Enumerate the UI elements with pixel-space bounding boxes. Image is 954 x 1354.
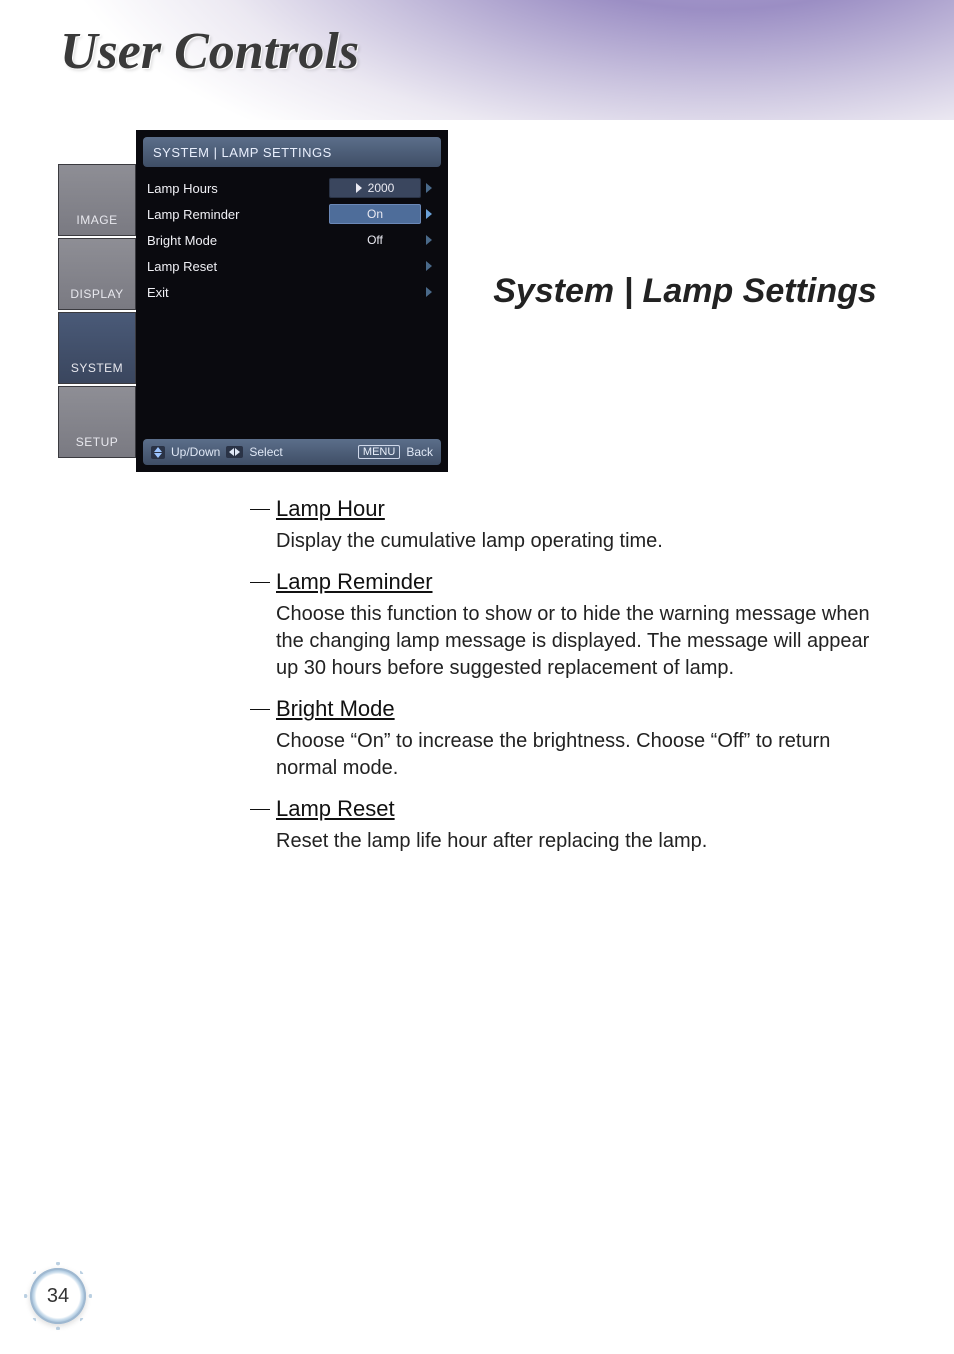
desc-lamp-hour: Lamp Hour Display the cumulative lamp op… <box>250 496 880 555</box>
osd-row-value: On <box>329 204 421 224</box>
osd-tab-image[interactable]: IMAGE <box>58 164 136 236</box>
play-marker-icon <box>356 183 362 193</box>
page-number-badge: 34 <box>30 1268 86 1324</box>
menu-chip: MENU <box>358 445 400 459</box>
osd-row-lamp-reset[interactable]: Lamp Reset <box>147 253 437 279</box>
osd-row-bright-mode[interactable]: Bright Mode Off <box>147 227 437 253</box>
osd-body: SYSTEM | LAMP SETTINGS Lamp Hours 2000 L… <box>136 130 448 472</box>
osd-panel: IMAGE DISPLAY SYSTEM SETUP SYSTEM | LAMP… <box>58 130 448 472</box>
osd-row-label: Lamp Reminder <box>147 207 329 222</box>
section-title: System | Lamp Settings <box>470 270 900 313</box>
osd-row-value-text: On <box>367 207 383 221</box>
chevron-right-icon <box>426 287 432 297</box>
osd-row-value: 2000 <box>329 178 421 198</box>
osd-row-label: Lamp Hours <box>147 181 329 196</box>
osd-title: SYSTEM | LAMP SETTINGS <box>143 137 441 167</box>
desc-heading: Lamp Reminder <box>250 569 880 595</box>
osd-list: Lamp Hours 2000 Lamp Reminder On Bright … <box>137 171 447 305</box>
chevron-right-icon <box>426 209 432 219</box>
chevron-right-icon <box>426 235 432 245</box>
chevron-right-icon <box>426 261 432 271</box>
osd-row-label: Bright Mode <box>147 233 329 248</box>
osd-footer-back: Back <box>406 445 433 459</box>
desc-lamp-reminder: Lamp Reminder Choose this function to sh… <box>250 569 880 682</box>
desc-bright-mode: Bright Mode Choose “On” to increase the … <box>250 696 880 782</box>
osd-row-label: Lamp Reset <box>147 259 329 274</box>
desc-heading: Bright Mode <box>250 696 880 722</box>
osd-row-exit[interactable]: Exit <box>147 279 437 305</box>
updown-icon <box>151 446 165 459</box>
osd-row-label: Exit <box>147 285 329 300</box>
content-body: Lamp Hour Display the cumulative lamp op… <box>250 496 880 869</box>
osd-footer-select: Select <box>249 445 282 459</box>
desc-heading: Lamp Reset <box>250 796 880 822</box>
desc-body: Choose this function to show or to hide … <box>250 601 880 682</box>
dot-ring-decoration <box>24 1262 92 1330</box>
osd-footer: Up/Down Select MENU Back <box>143 439 441 465</box>
desc-lamp-reset: Lamp Reset Reset the lamp life hour afte… <box>250 796 880 855</box>
desc-heading: Lamp Hour <box>250 496 880 522</box>
osd-tab-display[interactable]: DISPLAY <box>58 238 136 310</box>
osd-tabs: IMAGE DISPLAY SYSTEM SETUP <box>58 164 136 460</box>
page-title: User Controls <box>60 22 359 81</box>
desc-body: Reset the lamp life hour after replacing… <box>250 828 880 855</box>
chevron-right-icon <box>426 183 432 193</box>
osd-row-value: Off <box>329 233 421 247</box>
osd-row-value-text: 2000 <box>368 181 395 195</box>
osd-tab-setup[interactable]: SETUP <box>58 386 136 458</box>
osd-row-lamp-reminder[interactable]: Lamp Reminder On <box>147 201 437 227</box>
osd-footer-updown: Up/Down <box>171 445 220 459</box>
desc-body: Display the cumulative lamp operating ti… <box>250 528 880 555</box>
osd-tab-system[interactable]: SYSTEM <box>58 312 136 384</box>
desc-body: Choose “On” to increase the brightness. … <box>250 728 880 782</box>
leftright-icon <box>226 446 243 458</box>
osd-row-lamp-hours[interactable]: Lamp Hours 2000 <box>147 175 437 201</box>
